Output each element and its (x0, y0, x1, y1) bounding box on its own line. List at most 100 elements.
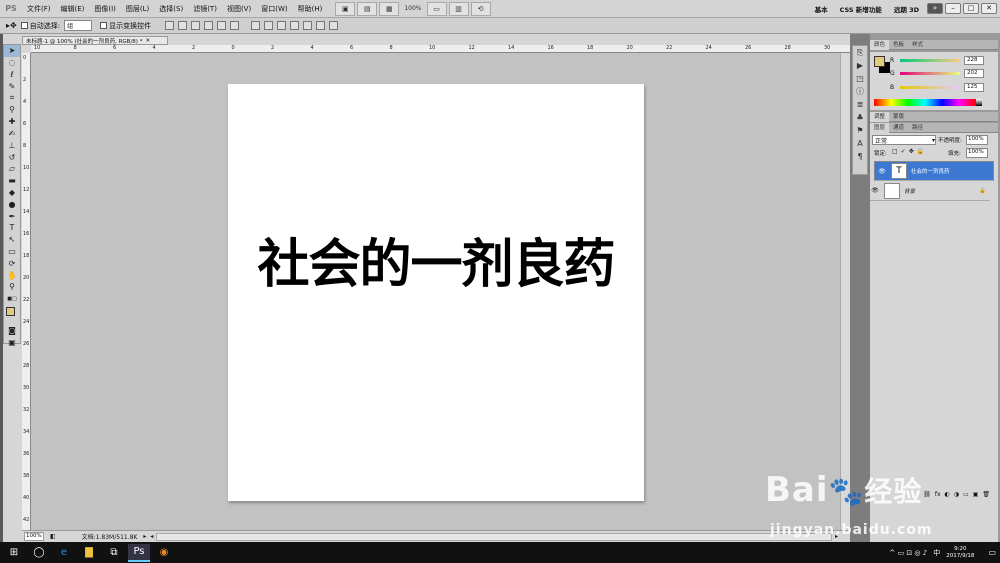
hscroll-left-icon[interactable]: ◂ (150, 533, 153, 540)
healing-brush-tool-icon[interactable]: ✚ (4, 116, 20, 128)
lasso-tool-icon[interactable]: ℓ (4, 69, 20, 81)
horizontal-scrollbar[interactable] (156, 532, 832, 541)
align-hcenter-icon[interactable] (217, 21, 227, 30)
rotate-view-button[interactable]: ⟲ (470, 1, 491, 16)
tool-presets-panel-icon[interactable]: ⚑ (853, 124, 867, 137)
status-arrow-icon[interactable]: ▸ (143, 533, 146, 540)
zoom-level[interactable]: 100% (400, 5, 425, 12)
slider-r-track[interactable] (900, 58, 960, 62)
opacity-input[interactable]: 100% (966, 135, 988, 145)
photoshop-taskbar-icon[interactable]: Ps (128, 543, 150, 562)
clone-source-panel-icon[interactable]: ♣ (853, 111, 867, 124)
canvas-text-layer[interactable]: 社会的一剂良药 (228, 222, 644, 297)
distribute-left-icon[interactable] (290, 21, 300, 30)
auto-align-icon[interactable] (329, 21, 339, 30)
move-tool-icon[interactable]: ➤ (4, 45, 20, 57)
eye-icon[interactable]: 👁 (877, 168, 887, 175)
auto-select-dropdown[interactable]: 组 (64, 20, 93, 31)
distribute-vcenter-icon[interactable] (264, 21, 274, 30)
menu-edit[interactable]: 编辑(E) (56, 4, 90, 14)
pen-tool-icon[interactable]: ✒ (4, 210, 20, 222)
layer-row-background[interactable]: 👁 背景 🔒 (870, 181, 990, 201)
align-left-icon[interactable] (204, 21, 214, 30)
menu-select[interactable]: 选择(S) (154, 4, 188, 14)
browser-icon[interactable]: ◉ (153, 544, 175, 562)
foreground-color-swatch[interactable] (6, 306, 15, 316)
workspace-more-button[interactable]: » (927, 3, 943, 14)
move-tool-icon[interactable]: ▸✥ (6, 21, 17, 30)
minibridge-button[interactable]: ▤ (357, 1, 378, 16)
distribute-bottom-icon[interactable] (277, 21, 287, 30)
distribute-hcenter-icon[interactable] (303, 21, 313, 30)
tab-adjustments[interactable]: 调整 (870, 111, 890, 122)
slider-g-value[interactable]: 202 (964, 68, 984, 78)
dodge-tool-icon[interactable]: ● (4, 198, 20, 210)
layer-row-text[interactable]: 👁 T 社会的一剂良药 (874, 161, 994, 181)
screen-mode-button[interactable]: ▭ (426, 1, 447, 16)
workspace-essentials[interactable]: 基本 (809, 4, 834, 14)
hand-tool-icon[interactable]: ✋ (4, 269, 20, 281)
color-spectrum-bar[interactable] (874, 99, 976, 106)
tray-icons[interactable]: ^ ▭ ⊡ ◎ ♪ (889, 549, 927, 557)
marquee-tool-icon[interactable]: ◌ (4, 57, 20, 69)
tab-swatches[interactable]: 色板 (889, 40, 908, 50)
workspace-css[interactable]: CSS 新增功能 (834, 4, 888, 14)
align-right-icon[interactable] (230, 21, 240, 30)
tab-color[interactable]: 颜色 (870, 39, 890, 50)
menu-file[interactable]: 文件(F) (22, 4, 56, 14)
menu-image[interactable]: 图像(I) (89, 4, 121, 14)
search-icon[interactable]: ◯ (28, 544, 50, 562)
character-panel-icon[interactable]: A (853, 137, 867, 150)
distribute-right-icon[interactable] (316, 21, 326, 30)
paragraph-panel-icon[interactable]: ¶ (853, 150, 867, 163)
maximize-button[interactable]: □ (963, 3, 979, 14)
layer-name-background[interactable]: 背景 (904, 187, 915, 195)
auto-select-checkbox[interactable] (20, 22, 28, 29)
workspace-3d[interactable]: 远期 3D (888, 4, 925, 14)
menu-filter[interactable]: 滤镜(T) (188, 4, 222, 14)
blend-mode-dropdown[interactable]: 正常 ▾ (872, 135, 936, 145)
info-panel-icon[interactable]: ⓘ (853, 85, 867, 98)
align-vcenter-icon[interactable] (178, 21, 188, 30)
tab-masks[interactable]: 蒙版 (889, 112, 908, 122)
history-panel-icon[interactable]: ⎘ (853, 46, 867, 59)
file-explorer-icon[interactable]: ▇ (78, 544, 100, 562)
document-tab[interactable]: 未标题-1 @ 100% (社会的一剂良药, RGB/8) * ✕ (22, 36, 168, 45)
arrange-button[interactable]: ▥ (448, 1, 469, 16)
close-button[interactable]: ✕ (981, 3, 997, 14)
eraser-tool-icon[interactable]: ▱ (4, 163, 20, 175)
align-bottom-icon[interactable] (191, 21, 201, 30)
slider-b-track[interactable] (900, 85, 960, 89)
minimize-button[interactable]: – (945, 3, 961, 14)
navigator-panel-icon[interactable]: ◳ (853, 72, 867, 85)
brush-tool-icon[interactable]: ✍ (4, 128, 20, 140)
status-zoom[interactable]: 100% (24, 532, 44, 541)
default-colors-icon[interactable]: ■□ (4, 293, 20, 305)
brush-panel-icon[interactable]: ≣ (853, 98, 867, 111)
notification-icon[interactable]: ▭ (988, 548, 996, 557)
distribute-top-icon[interactable] (251, 21, 261, 30)
quick-mask-icon[interactable]: ◙ (4, 325, 20, 337)
eye-icon[interactable]: 👁 (870, 187, 880, 194)
type-tool-icon[interactable]: T (4, 222, 20, 234)
start-icon[interactable]: ⊞ (3, 544, 25, 562)
align-top-icon[interactable] (165, 21, 175, 30)
crop-tool-icon[interactable]: ⌗ (4, 92, 20, 104)
blur-tool-icon[interactable]: ◆ (4, 187, 20, 199)
gradient-tool-icon[interactable]: ▬ (4, 175, 20, 187)
extras-button[interactable]: ▦ (379, 1, 400, 16)
history-brush-tool-icon[interactable]: ↺ (4, 151, 20, 163)
store-icon[interactable]: ⧉ (103, 544, 125, 562)
layer-name-text[interactable]: 社会的一剂良药 (911, 167, 950, 175)
color-fg-swatch[interactable] (874, 56, 885, 67)
fill-input[interactable]: 100% (966, 148, 988, 158)
status-doc-icon[interactable]: ◧ (50, 533, 56, 540)
clone-stamp-tool-icon[interactable]: ⊥ (4, 139, 20, 151)
shape-tool-icon[interactable]: ▭ (4, 246, 20, 258)
slider-b-value[interactable]: 125 (964, 82, 984, 92)
ime-indicator[interactable]: 中 (933, 548, 940, 558)
zoom-tool-icon[interactable]: ⚲ (4, 281, 20, 293)
tab-paths[interactable]: 路径 (908, 123, 927, 133)
canvas[interactable]: 社会的一剂良药 (228, 84, 644, 501)
show-transform-checkbox[interactable] (100, 22, 108, 29)
